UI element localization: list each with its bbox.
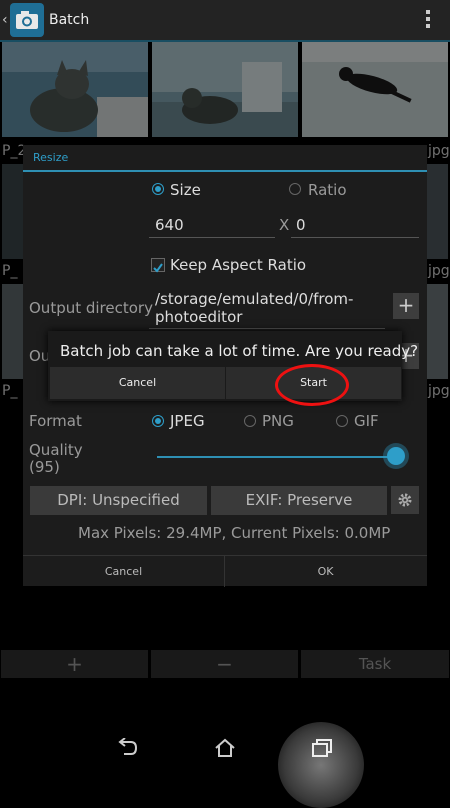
format-png-radio[interactable] <box>244 415 256 427</box>
exif-button[interactable]: EXIF: Preserve <box>211 486 387 515</box>
format-gif-radio[interactable] <box>336 415 348 427</box>
dpi-button[interactable]: DPI: Unspecified <box>30 486 207 515</box>
confirm-dialog: Batch job can take a lot of time. Are yo… <box>48 331 418 401</box>
ratio-radio[interactable] <box>289 183 301 195</box>
format-jpeg-label: JPEG <box>170 412 205 430</box>
dialog-footer: Cancel OK <box>23 555 427 587</box>
output-directory-label: Output directory <box>29 299 153 317</box>
size-radio[interactable] <box>152 183 164 195</box>
start-highlight-circle <box>275 364 349 406</box>
quality-value-label: (95) <box>29 458 60 476</box>
width-input[interactable]: 640 <box>155 216 184 234</box>
output-directory-value-cont[interactable]: photoeditor <box>155 308 242 326</box>
back-icon[interactable] <box>117 737 139 762</box>
format-jpeg-radio[interactable] <box>152 415 164 427</box>
check-icon <box>153 263 163 273</box>
action-bar: ‹ Batch <box>0 0 450 42</box>
pixels-info: Max Pixels: 29.4MP, Current Pixels: 0.0M… <box>78 524 391 542</box>
resize-ok-button[interactable]: OK <box>225 556 426 587</box>
add-output-directory-button[interactable]: + <box>393 293 419 319</box>
recents-press-glow <box>278 722 364 808</box>
quality-slider-thumb[interactable] <box>387 447 405 465</box>
dialog-title: Resize <box>33 151 69 164</box>
app-title: Batch <box>49 12 90 28</box>
height-input[interactable]: 0 <box>296 216 306 234</box>
quality-label: Quality <box>29 441 83 459</box>
width-input-underline <box>149 237 275 238</box>
gear-icon[interactable] <box>391 486 419 514</box>
size-radio-label: Size <box>170 181 201 199</box>
format-gif-label: GIF <box>354 412 379 430</box>
output-directory-value[interactable]: /storage/emulated/0/from- <box>155 290 353 308</box>
dimension-separator: X <box>279 216 290 234</box>
back-chevron-icon[interactable]: ‹ <box>2 12 8 28</box>
recents-icon[interactable] <box>311 738 333 762</box>
title-divider <box>23 170 427 172</box>
overflow-menu-icon[interactable] <box>426 10 430 31</box>
format-label: Format <box>29 412 82 430</box>
confirm-message: Batch job can take a lot of time. Are yo… <box>60 342 419 360</box>
confirm-cancel-button[interactable]: Cancel <box>50 367 225 399</box>
ratio-radio-label: Ratio <box>308 181 347 199</box>
keep-aspect-checkbox[interactable] <box>151 258 165 273</box>
home-icon[interactable] <box>214 738 236 762</box>
resize-cancel-button[interactable]: Cancel <box>23 556 225 587</box>
height-input-underline <box>291 237 419 238</box>
keep-aspect-label: Keep Aspect Ratio <box>170 256 307 274</box>
quality-slider-track <box>157 456 397 458</box>
output-directory-underline <box>149 328 385 329</box>
camera-icon[interactable] <box>10 3 44 37</box>
format-png-label: PNG <box>262 412 294 430</box>
